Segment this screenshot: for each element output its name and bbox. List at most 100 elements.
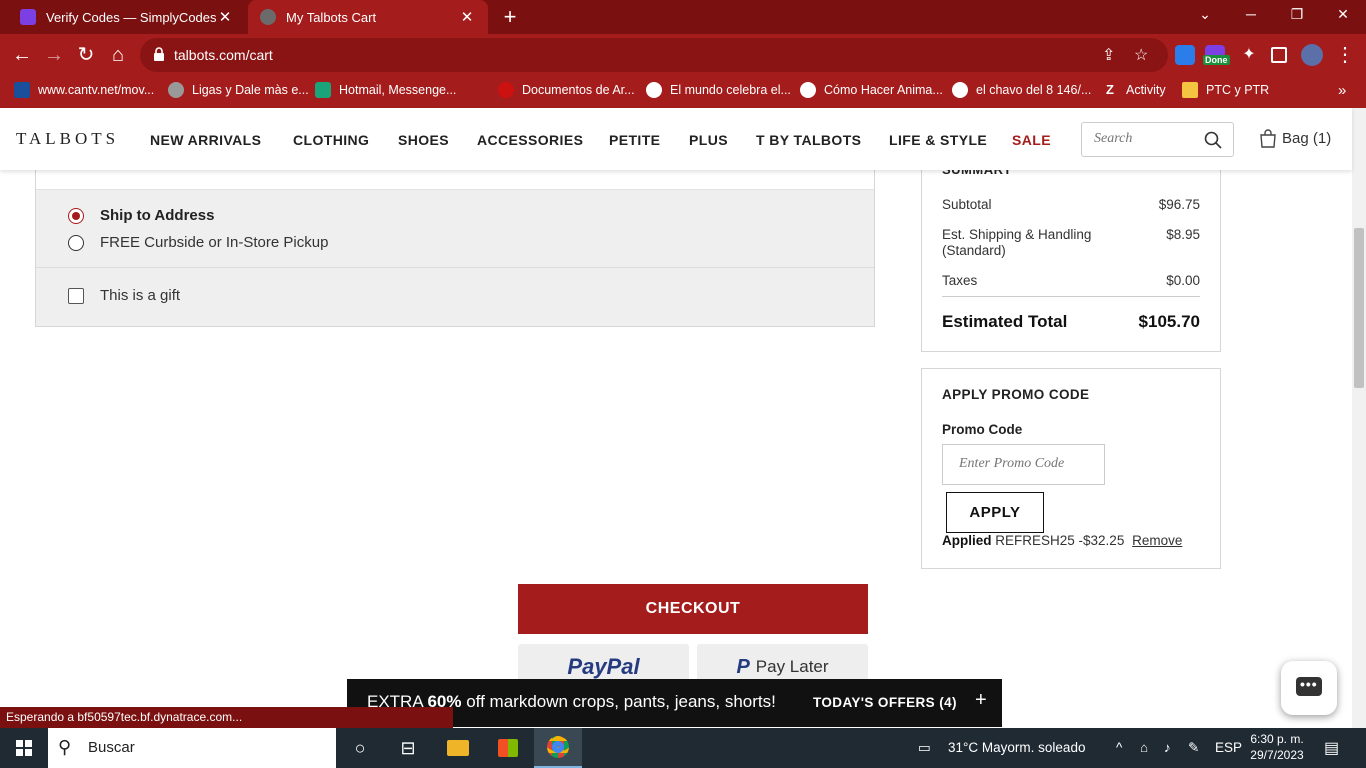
back-icon[interactable]: ← (9, 43, 35, 67)
share-icon[interactable]: ⇪ (1102, 45, 1115, 65)
scrollbar-thumb[interactable] (1354, 228, 1364, 388)
windows-start-button[interactable] (0, 728, 48, 768)
page-scrollbar[interactable] (1352, 108, 1366, 728)
restore-button[interactable]: ❐ (1282, 6, 1312, 23)
new-tab-button[interactable]: + (498, 5, 522, 29)
pen-icon[interactable]: ✎ (1188, 740, 1199, 756)
language-indicator[interactable]: ESP (1215, 740, 1242, 755)
pickup-radio[interactable] (68, 235, 84, 251)
bookmark-item[interactable]: Hotmail, Messenge... (315, 82, 456, 98)
nav-life-style[interactable]: LIFE & STYLE (889, 132, 987, 148)
weather-text[interactable]: 31°C Mayorm. soleado (948, 740, 1085, 755)
nav-sale[interactable]: SALE (1012, 132, 1051, 148)
ship-to-address-label[interactable]: Ship to Address (100, 207, 214, 224)
url-text: talbots.com/cart (174, 47, 273, 63)
bookmark-folder[interactable]: PTC y PTR (1182, 82, 1269, 98)
promo-title: APPLY PROMO CODE (942, 387, 1090, 402)
microsoft-store-icon[interactable] (484, 728, 532, 768)
nav-t-by-talbots[interactable]: T BY TALBOTS (756, 132, 861, 148)
forward-icon[interactable]: → (41, 43, 67, 67)
show-hidden-icons-icon[interactable]: ^ (1116, 740, 1122, 755)
subtotal-value: $96.75 (1158, 197, 1200, 212)
nav-plus[interactable]: PLUS (689, 132, 728, 148)
search-icon: ⚲ (58, 737, 72, 757)
clock[interactable]: 6:30 p. m. 29/7/2023 (1242, 731, 1312, 763)
apply-promo-button[interactable]: APPLY (946, 492, 1044, 533)
side-panel-icon[interactable] (1271, 47, 1287, 63)
taxes-label: Taxes (942, 273, 978, 288)
bookmark-item[interactable]: El mundo celebra el... (646, 82, 791, 98)
checkout-button[interactable]: CHECKOUT (518, 584, 868, 634)
close-window-button[interactable]: ✕ (1328, 6, 1358, 23)
volume-icon[interactable]: ♪ (1164, 740, 1171, 755)
cortana-icon[interactable]: ○ (336, 728, 384, 768)
task-view-icon[interactable]: ⊟ (384, 728, 432, 768)
bookmark-item[interactable]: www.cantv.net/mov... (14, 82, 154, 98)
site-header: TALBOTS NEW ARRIVALS CLOTHING SHOES ACCE… (0, 108, 1352, 170)
bookmark-label: PTC y PTR (1206, 83, 1270, 97)
simplycodes-extension-icon[interactable]: Done (1203, 45, 1230, 65)
tab-search-icon[interactable]: ⌄ (1190, 6, 1220, 23)
bookmark-item[interactable]: Documentos de Ar... (498, 82, 635, 98)
taxes-value: $0.00 (1166, 273, 1200, 288)
bookmark-label: Activity (1126, 83, 1166, 97)
search-input[interactable] (1094, 131, 1204, 147)
bookmark-item[interactable]: el chavo del 8 146/... (952, 82, 1091, 98)
browser-status-bar: Esperando a bf50597tec.bf.dynatrace.com.… (0, 707, 453, 728)
nav-new-arrivals[interactable]: NEW ARRIVALS (150, 132, 261, 148)
chat-dots: ••• (1300, 676, 1318, 692)
todays-offers-button[interactable]: TODAY'S OFFERS (4) (813, 695, 957, 710)
ship-to-address-radio[interactable] (68, 208, 84, 224)
remove-promo-link[interactable]: Remove (1132, 533, 1182, 548)
network-icon[interactable]: ⌂ (1140, 740, 1148, 755)
home-icon[interactable]: ⌂ (105, 43, 131, 67)
expand-offers-icon[interactable]: + (975, 689, 987, 712)
close-tab-icon[interactable]: ✕ (458, 8, 476, 26)
applied-promo-line: Applied REFRESH25 -$32.25 Remove (942, 533, 1182, 548)
close-tab-icon[interactable]: ✕ (216, 8, 234, 26)
shopping-bag-icon (1260, 129, 1276, 148)
nav-shoes[interactable]: SHOES (398, 132, 449, 148)
profile-avatar[interactable] (1301, 44, 1323, 66)
search-label: Buscar (88, 739, 135, 756)
pickup-label[interactable]: FREE Curbside or In-Store Pickup (100, 234, 328, 251)
search-icon[interactable] (1204, 131, 1222, 149)
translate-extension-icon[interactable] (1175, 45, 1195, 65)
gift-checkbox[interactable] (68, 288, 84, 304)
nav-petite[interactable]: PETITE (609, 132, 660, 148)
address-bar[interactable]: talbots.com/cart ⇪ ☆ (140, 38, 1168, 72)
order-summary: SUMMARY Subtotal $96.75 Est. Shipping & … (921, 162, 1221, 352)
bookmark-item[interactable]: Cómo Hacer Anima... (800, 82, 943, 98)
bookmark-star-icon[interactable]: ☆ (1134, 45, 1148, 65)
bookmark-label: Ligas y Dale màs e... (192, 83, 309, 97)
site-search (1081, 122, 1234, 157)
more-bookmarks-icon[interactable]: » (1338, 82, 1346, 99)
promo-code-panel: APPLY PROMO CODE Promo Code APPLY Applie… (921, 368, 1221, 569)
nav-clothing[interactable]: CLOTHING (293, 132, 369, 148)
windows-logo-icon (16, 740, 32, 756)
bookmark-item[interactable]: Z Activity (1102, 82, 1166, 98)
shopping-bag-button[interactable]: Bag (1) (1258, 128, 1331, 148)
promo-code-input[interactable] (959, 456, 1094, 472)
notifications-icon[interactable]: ▤ (1324, 738, 1339, 758)
nav-accessories[interactable]: ACCESSORIES (477, 132, 583, 148)
tab-talbots-cart[interactable]: My Talbots Cart ✕ (248, 0, 488, 34)
menu-kebab-icon[interactable]: ⋮ (1332, 43, 1358, 67)
chrome-taskbar-icon[interactable] (534, 728, 582, 768)
estimated-total-value: $105.70 (1138, 312, 1200, 331)
tab-label: My Talbots Cart (286, 9, 377, 25)
file-explorer-icon[interactable] (434, 728, 482, 768)
windows-search-box[interactable]: ⚲ Buscar (48, 728, 336, 768)
gift-label[interactable]: This is a gift (100, 287, 180, 304)
minimize-button[interactable]: ─ (1236, 6, 1266, 22)
extensions-puzzle-icon[interactable]: ✦ (1236, 43, 1262, 67)
tab-simplycodes[interactable]: Verify Codes — SimplyCodes ✕ (8, 0, 246, 34)
docs-icon (498, 82, 514, 98)
globe-icon (952, 82, 968, 98)
reload-icon[interactable]: ↻ (73, 43, 99, 67)
bookmark-item[interactable]: Ligas y Dale màs e... (168, 82, 309, 98)
hotmail-icon (315, 82, 331, 98)
talbots-logo[interactable]: TALBOTS (16, 129, 119, 149)
weather-icon[interactable]: ▭ (918, 740, 931, 756)
chat-button[interactable]: ••• (1281, 661, 1337, 715)
